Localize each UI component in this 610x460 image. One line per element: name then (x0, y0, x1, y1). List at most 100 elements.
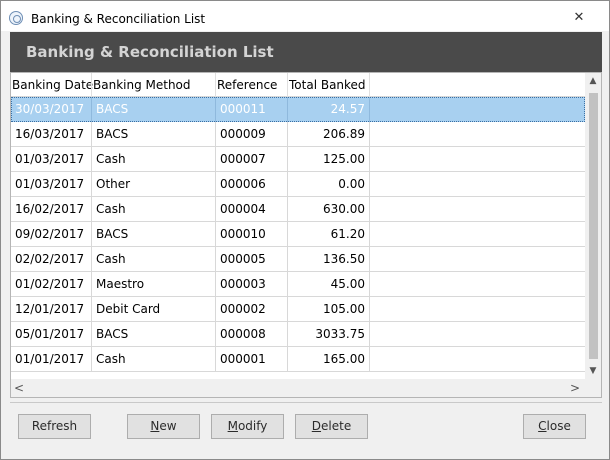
table-row[interactable]: 01/01/2017 Cash 000001 165.00 (11, 347, 585, 372)
cell-method: BACS (92, 97, 216, 122)
footer-divider (10, 402, 602, 403)
vertical-scrollbar[interactable]: ▲ ▼ (585, 73, 601, 379)
cell-empty (370, 147, 585, 172)
cell-method: Maestro (92, 272, 216, 297)
new-button[interactable]: New (127, 414, 200, 439)
cell-empty (370, 272, 585, 297)
cell-date: 05/01/2017 (11, 322, 92, 347)
cell-method: Cash (92, 197, 216, 222)
cell-ref: 000002 (216, 297, 288, 322)
cell-ref: 000007 (216, 147, 288, 172)
cell-ref: 000011 (216, 97, 288, 122)
cell-total: 125.00 (288, 147, 370, 172)
delete-button-accel: D (311, 419, 322, 433)
close-window-icon[interactable]: ✕ (567, 10, 591, 26)
column-header-total-banked[interactable]: Total Banked (289, 78, 366, 92)
cell-ref: 000008 (216, 322, 288, 347)
table-row[interactable]: 16/02/2017 Cash 000004 630.00 (11, 197, 585, 222)
cell-date: 16/03/2017 (11, 122, 92, 147)
cell-method: BACS (92, 322, 216, 347)
table-row[interactable]: 09/02/2017 BACS 000010 61.20 (11, 222, 585, 247)
cell-ref: 000010 (216, 222, 288, 247)
table-row[interactable]: 01/03/2017 Other 000006 0.00 (11, 172, 585, 197)
cell-empty (370, 347, 585, 372)
grid-header: Banking Date Banking Method Reference To… (11, 73, 585, 97)
delete-button[interactable]: Delete (295, 414, 368, 439)
title-bar: Banking & Reconciliation List ✕ (1, 1, 609, 31)
cell-total: 630.00 (288, 197, 370, 222)
cell-date: 01/03/2017 (11, 147, 92, 172)
cell-date: 01/01/2017 (11, 347, 92, 372)
cell-ref: 000001 (216, 347, 288, 372)
scrollbar-corner (585, 379, 601, 397)
cell-total: 105.00 (288, 297, 370, 322)
grid-rows: 30/03/2017 BACS 000011 24.57 16/03/2017 BACS 0… (11, 97, 585, 379)
banking-list-grid[interactable]: Banking Date Banking Method Reference To… (10, 72, 602, 398)
cell-method: Cash (92, 247, 216, 272)
column-header-banking-method[interactable]: Banking Method (93, 78, 191, 92)
cell-empty (370, 297, 585, 322)
column-header-reference[interactable]: Reference (217, 78, 277, 92)
cell-date: 09/02/2017 (11, 222, 92, 247)
cell-method: BACS (92, 222, 216, 247)
cell-total: 206.89 (288, 122, 370, 147)
modify-button-accel: M (227, 419, 238, 433)
column-divider[interactable] (215, 73, 216, 97)
scroll-left-icon[interactable]: < (11, 380, 27, 396)
cell-date: 01/03/2017 (11, 172, 92, 197)
refresh-button-label: Refresh (31, 419, 78, 433)
cell-method: Cash (92, 347, 216, 372)
cell-empty (370, 97, 585, 122)
cell-method: Cash (92, 147, 216, 172)
cell-ref: 000003 (216, 272, 288, 297)
column-divider[interactable] (287, 73, 288, 97)
cell-date: 02/02/2017 (11, 247, 92, 272)
cell-empty (370, 172, 585, 197)
cell-empty (370, 222, 585, 247)
scroll-up-icon[interactable]: ▲ (585, 73, 601, 89)
table-row[interactable]: 02/02/2017 Cash 000005 136.50 (11, 247, 585, 272)
form-header: Banking & Reconciliation List (10, 32, 602, 72)
cell-method: BACS (92, 122, 216, 147)
cell-ref: 000006 (216, 172, 288, 197)
window-title: Banking & Reconciliation List (31, 12, 206, 26)
cell-date: 30/03/2017 (11, 97, 92, 122)
horizontal-scrollbar[interactable]: < > (11, 379, 585, 397)
cell-date: 12/01/2017 (11, 297, 92, 322)
close-button[interactable]: Close (523, 414, 586, 439)
modify-button-label: odify (237, 419, 268, 433)
table-row[interactable]: 01/02/2017 Maestro 000003 45.00 (11, 272, 585, 297)
table-row[interactable]: 01/03/2017 Cash 000007 125.00 (11, 147, 585, 172)
cell-empty (370, 197, 585, 222)
cell-total: 61.20 (288, 222, 370, 247)
close-button-accel: C (538, 419, 547, 433)
cell-empty (370, 122, 585, 147)
new-button-label: ew (159, 419, 177, 433)
cell-empty (370, 322, 585, 347)
cell-total: 24.57 (288, 97, 370, 122)
scroll-right-icon[interactable]: > (567, 380, 583, 396)
column-header-banking-date[interactable]: Banking Date (12, 78, 93, 92)
modify-button[interactable]: Modify (211, 414, 284, 439)
vertical-scroll-thumb[interactable] (589, 93, 598, 359)
cell-ref: 000009 (216, 122, 288, 147)
cell-date: 01/02/2017 (11, 272, 92, 297)
cell-method: Other (92, 172, 216, 197)
cell-total: 3033.75 (288, 322, 370, 347)
delete-button-label: elete (321, 419, 352, 433)
scroll-down-icon[interactable]: ▼ (585, 363, 601, 379)
refresh-button[interactable]: Refresh (18, 414, 91, 439)
table-row[interactable]: 30/03/2017 BACS 000011 24.57 (11, 97, 585, 122)
close-button-label: lose (546, 419, 571, 433)
table-row[interactable]: 16/03/2017 BACS 000009 206.89 (11, 122, 585, 147)
column-divider[interactable] (91, 73, 92, 97)
banking-reconciliation-window: Banking & Reconciliation List ✕ Banking … (0, 0, 610, 460)
app-icon (9, 11, 23, 25)
cell-empty (370, 247, 585, 272)
table-row[interactable]: 12/01/2017 Debit Card 000002 105.00 (11, 297, 585, 322)
column-divider[interactable] (369, 73, 370, 97)
table-row[interactable]: 05/01/2017 BACS 000008 3033.75 (11, 322, 585, 347)
form-header-title: Banking & Reconciliation List (26, 43, 274, 61)
cell-method: Debit Card (92, 297, 216, 322)
cell-total: 136.50 (288, 247, 370, 272)
